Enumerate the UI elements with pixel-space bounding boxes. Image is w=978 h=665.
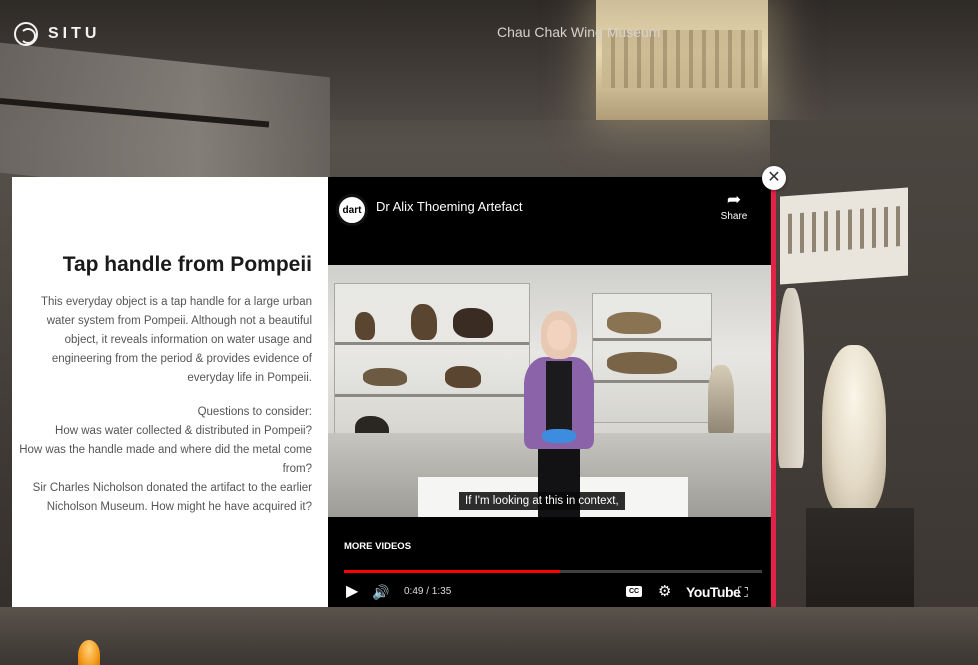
- share-icon: ➦: [726, 190, 742, 209]
- video-title[interactable]: Dr Alix Thoeming Artefact: [376, 199, 522, 214]
- specimen-case: [334, 283, 530, 455]
- specimen: [411, 304, 437, 340]
- channel-logo-icon[interactable]: dart: [336, 194, 368, 226]
- volume-icon[interactable]: 🔊: [372, 582, 389, 602]
- specimen: [355, 312, 375, 340]
- questions-heading: Questions to consider:: [197, 406, 312, 418]
- situ-logo-icon: [14, 22, 38, 46]
- question-item: How was the handle made and where did th…: [19, 444, 312, 475]
- progress-bar[interactable]: [344, 570, 762, 573]
- brand-name: SITU: [48, 25, 101, 42]
- player-controls-bar: MORE VIDEOS ▶ 🔊 0:49 / 1:35 CC ⚙ YouTube…: [328, 517, 771, 607]
- specimen: [607, 352, 677, 374]
- fullscreen-icon[interactable]: ⛶: [738, 582, 748, 602]
- close-icon: ✕: [767, 169, 781, 186]
- player-accent-bar: [771, 177, 776, 607]
- hotspot-modal: Tap handle from Pompeii This everyday ob…: [12, 177, 776, 607]
- video-frame[interactable]: [328, 265, 771, 517]
- presenter-face: [547, 320, 571, 350]
- bust-sculpture: [708, 365, 734, 435]
- specimen: [453, 308, 493, 338]
- progress-played: [344, 570, 560, 573]
- shelf: [593, 380, 711, 383]
- info-description: This everyday object is a tap handle for…: [40, 296, 312, 384]
- player-controls: ▶ 🔊 0:49 / 1:35 CC ⚙ YouTube ⛶: [328, 577, 771, 607]
- marble-statue: [822, 345, 886, 513]
- specimen: [607, 312, 661, 334]
- share-button[interactable]: ➦ Share: [717, 190, 751, 223]
- artifact-display-panel: [780, 187, 908, 285]
- time-display: 0:49 / 1:35: [404, 586, 452, 597]
- illuminated-frieze: [596, 0, 768, 120]
- youtube-logo[interactable]: YouTube: [686, 584, 741, 600]
- statue-pedestal: [806, 508, 914, 618]
- youtube-player[interactable]: dart Dr Alix Thoeming Artefact ➦ Share I…: [328, 177, 771, 607]
- settings-gear-icon[interactable]: ⚙: [658, 582, 671, 602]
- statue-fragment: [778, 288, 804, 468]
- questions-block: Questions to consider: How was water col…: [12, 403, 312, 517]
- presenter-gloves: [542, 429, 576, 443]
- close-button[interactable]: ✕: [762, 166, 786, 190]
- question-item: How was water collected & distributed in…: [55, 425, 312, 437]
- specimen: [445, 366, 481, 388]
- player-title-bar: dart Dr Alix Thoeming Artefact ➦ Share: [328, 177, 771, 265]
- brand[interactable]: SITU: [14, 22, 100, 46]
- specimen-case: [592, 293, 712, 423]
- tour-title: Chau Chak Wing Museum: [497, 24, 661, 40]
- shelf: [335, 394, 529, 397]
- shelf: [335, 342, 529, 345]
- info-title: Tap handle from Pompeii: [62, 253, 312, 276]
- question-item: Sir Charles Nicholson donated the artifa…: [32, 482, 312, 513]
- navigation-hotspot-icon[interactable]: [78, 640, 100, 665]
- captions-button[interactable]: CC: [626, 586, 642, 597]
- specimen: [363, 368, 407, 386]
- gallery-floor: [0, 607, 978, 665]
- play-icon[interactable]: ▶: [346, 582, 358, 602]
- more-videos-link[interactable]: MORE VIDEOS: [344, 541, 411, 552]
- info-panel: Tap handle from Pompeii This everyday ob…: [12, 177, 320, 607]
- share-label: Share: [720, 211, 748, 222]
- shelf: [593, 338, 711, 341]
- presenter: [514, 311, 604, 517]
- video-caption: If I'm looking at this in context,: [459, 492, 625, 510]
